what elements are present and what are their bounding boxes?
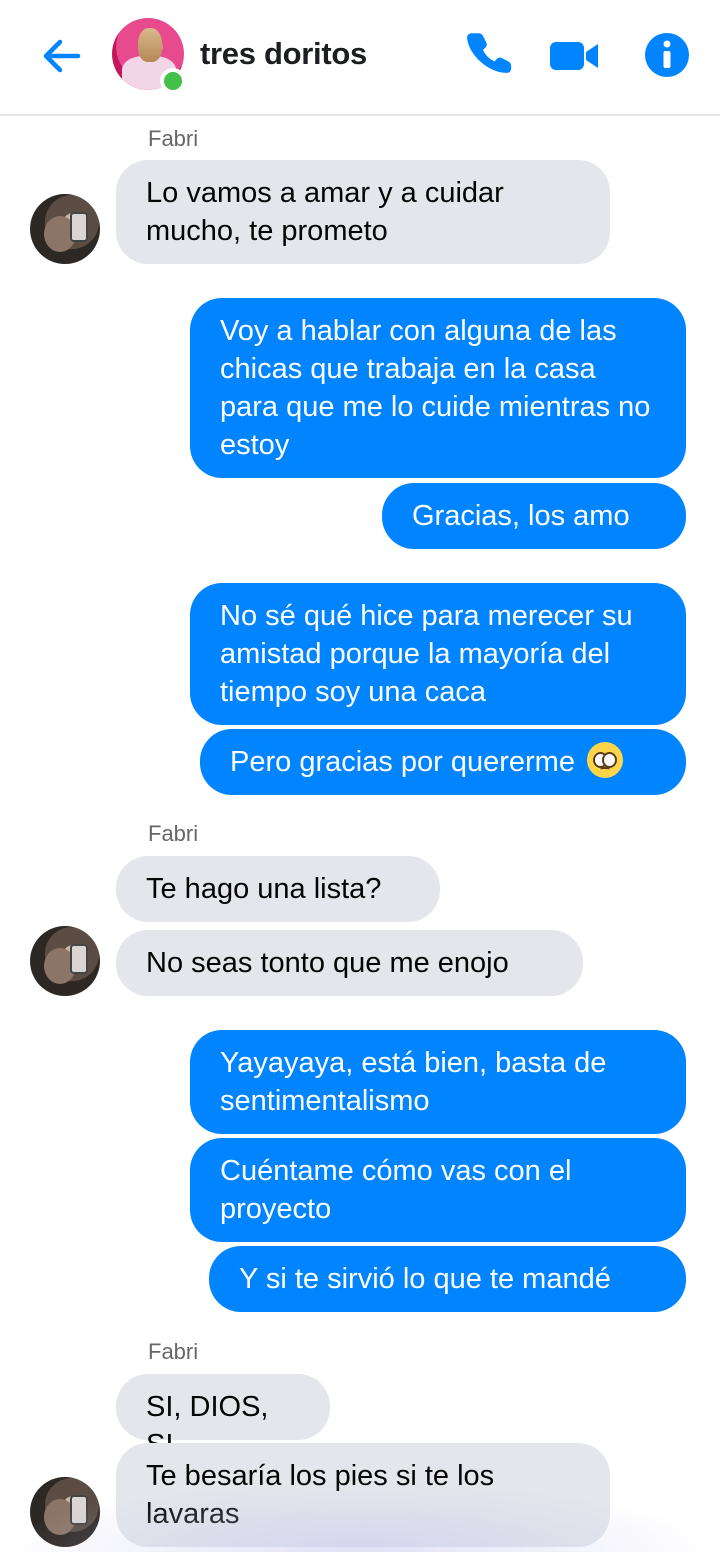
phone-icon bbox=[467, 33, 512, 73]
contact-avatar[interactable] bbox=[112, 18, 186, 94]
incoming-message[interactable]: SI, DIOS, SI bbox=[116, 1374, 330, 1461]
peer-avatar[interactable] bbox=[30, 926, 100, 996]
chat-screen: tres doritos Fabri Lo vamos a amar y a c… bbox=[0, 0, 720, 1552]
info-button[interactable] bbox=[642, 30, 692, 80]
video-call-button[interactable] bbox=[548, 30, 598, 80]
call-button[interactable] bbox=[464, 30, 514, 80]
pleading-face-icon bbox=[587, 742, 624, 779]
incoming-message[interactable]: Lo vamos a amar y a cuidar mucho, te pro… bbox=[116, 160, 610, 264]
chat-header: tres doritos bbox=[0, 0, 720, 116]
outgoing-message[interactable]: Cuéntame cómo vas con el proyecto bbox=[190, 1138, 686, 1242]
outgoing-message-with-emoji[interactable]: Pero gracias por quererme bbox=[200, 729, 686, 795]
sender-label: Fabri bbox=[148, 821, 199, 846]
peer-avatar[interactable] bbox=[30, 194, 100, 264]
incoming-message[interactable]: Te besaría los pies si te los lavaras bbox=[116, 1443, 610, 1547]
message-text: Pero gracias por quererme bbox=[230, 746, 575, 778]
online-status-indicator bbox=[160, 68, 186, 94]
back-button[interactable] bbox=[38, 32, 86, 80]
peer-avatar[interactable] bbox=[30, 1477, 100, 1547]
incoming-message[interactable]: Te hago una lista? bbox=[116, 856, 440, 922]
outgoing-message[interactable]: Yayayaya, está bien, basta de sentimenta… bbox=[190, 1030, 686, 1134]
outgoing-message[interactable]: No sé qué hice para merecer su amistad p… bbox=[190, 583, 686, 725]
info-icon bbox=[645, 33, 689, 77]
sender-label: Fabri bbox=[148, 126, 199, 151]
sender-label: Fabri bbox=[148, 1339, 199, 1364]
arrow-left-icon bbox=[43, 39, 81, 73]
incoming-message[interactable]: No seas tonto que me enojo bbox=[116, 930, 583, 996]
video-camera-icon bbox=[550, 42, 598, 70]
contact-name[interactable]: tres doritos bbox=[200, 36, 367, 72]
outgoing-message[interactable]: Voy a hablar con alguna de las chicas qu… bbox=[190, 298, 686, 478]
outgoing-message[interactable]: Y si te sirvió lo que te mandé bbox=[209, 1246, 686, 1312]
outgoing-message[interactable]: Gracias, los amo bbox=[382, 483, 686, 549]
